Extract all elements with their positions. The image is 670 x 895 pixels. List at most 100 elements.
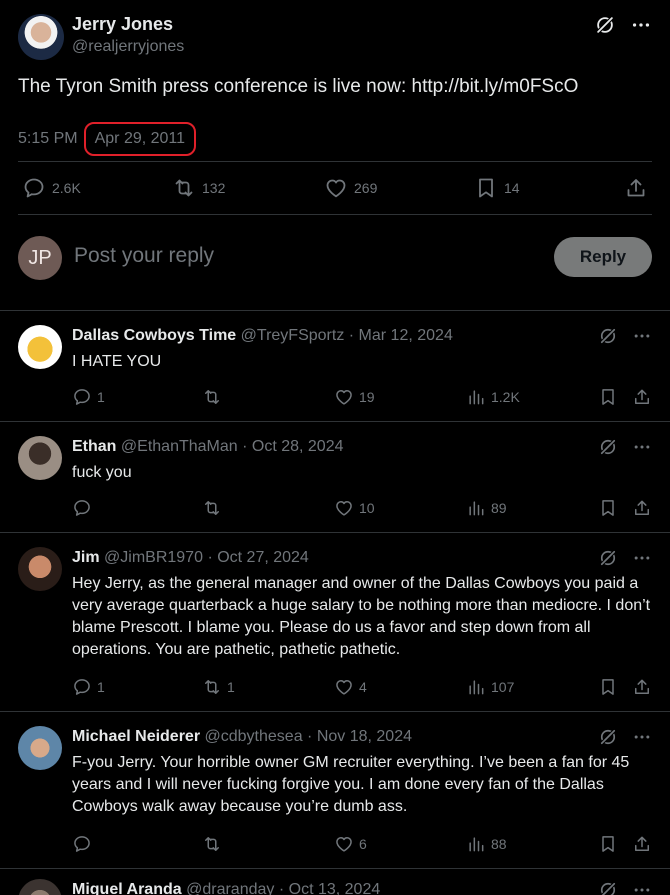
reply-author-handle[interactable]: @JimBR1970 (104, 549, 203, 566)
view-count: 88 (491, 836, 507, 852)
retweet-count: 1 (227, 679, 235, 695)
reply-tweet[interactable]: Ethan @EthanThaMan · Oct 28, 2024 fuck y… (0, 421, 670, 532)
views-icon (466, 387, 486, 407)
retweet-icon (172, 176, 196, 200)
bookmark-count: 14 (504, 180, 520, 196)
more-options-icon[interactable] (630, 14, 652, 36)
retweet-count: 132 (202, 180, 226, 196)
retweet-action[interactable] (202, 387, 227, 407)
bookmark-action[interactable] (598, 498, 618, 518)
grok-icon[interactable] (598, 548, 618, 568)
grok-icon[interactable] (598, 880, 618, 895)
author-handle[interactable]: @realjerryjones (72, 38, 184, 56)
reply-author-name[interactable]: Michael Neiderer (72, 728, 200, 745)
reply-author-name[interactable]: Ethan (72, 438, 116, 455)
share-icon (624, 176, 648, 200)
like-action[interactable]: 269 (324, 176, 377, 200)
views-icon (466, 834, 486, 854)
more-options-icon[interactable] (632, 326, 652, 346)
share-action[interactable] (632, 677, 652, 697)
views-icon (466, 498, 486, 518)
avatar[interactable] (18, 436, 62, 480)
reply-count: 1 (97, 679, 105, 695)
like-action[interactable]: 6 (334, 834, 367, 854)
reply-tweet[interactable]: Dallas Cowboys Time @TreyFSportz · Mar 1… (0, 310, 670, 421)
bookmark-action[interactable] (598, 834, 618, 854)
reply-text: F-you Jerry. Your horrible owner GM recr… (72, 754, 630, 815)
reply-date: · Nov 18, 2024 (307, 728, 412, 745)
grok-icon[interactable] (598, 437, 618, 457)
more-options-icon[interactable] (632, 727, 652, 747)
grok-icon[interactable] (598, 727, 618, 747)
share-action[interactable] (632, 498, 652, 518)
share-action[interactable] (632, 387, 652, 407)
reply-tweet[interactable]: Miguel Aranda @draranday · Oct 13, 2024 (0, 868, 670, 895)
reply-composer: JP Post your reply Reply (18, 236, 652, 280)
like-count: 4 (359, 679, 367, 695)
view-count: 89 (491, 500, 507, 516)
like-icon (334, 677, 354, 697)
grok-icon[interactable] (598, 326, 618, 346)
like-action[interactable]: 4 (334, 677, 367, 697)
reply-action[interactable]: 1 (72, 677, 105, 697)
view-count: 1.2K (491, 389, 520, 405)
share-action[interactable] (624, 176, 648, 200)
grok-icon[interactable] (594, 14, 616, 36)
reply-author-handle[interactable]: @TreyFSportz (241, 327, 345, 344)
views-action[interactable]: 89 (466, 498, 507, 518)
bookmark-icon (598, 677, 618, 697)
reply-icon (22, 176, 46, 200)
author-name[interactable]: Jerry Jones (72, 14, 173, 35)
reply-action[interactable] (72, 834, 97, 854)
bookmark-action[interactable]: 14 (474, 176, 520, 200)
reply-date: · Oct 13, 2024 (278, 881, 381, 895)
retweet-action[interactable]: 1 (202, 677, 235, 697)
more-options-icon[interactable] (632, 880, 652, 895)
avatar[interactable] (18, 879, 62, 895)
reply-author-name[interactable]: Miguel Aranda (72, 881, 182, 895)
retweet-action[interactable] (202, 834, 227, 854)
reply-tweet[interactable]: Jim @JimBR1970 · Oct 27, 2024 Hey Jerry,… (0, 532, 670, 711)
tweet-date-highlight[interactable]: Apr 29, 2011 (83, 122, 197, 156)
reply-author-handle[interactable]: @draranday (186, 881, 274, 895)
like-icon (334, 498, 354, 518)
bookmark-icon (474, 176, 498, 200)
views-action[interactable]: 1.2K (466, 387, 520, 407)
reply-text: fuck you (72, 464, 132, 481)
retweet-action[interactable] (202, 498, 227, 518)
more-options-icon[interactable] (632, 548, 652, 568)
retweet-action[interactable]: 132 (172, 176, 225, 200)
like-action[interactable]: 19 (334, 387, 375, 407)
bookmark-icon (598, 498, 618, 518)
reply-author-handle[interactable]: @cdbythesea (205, 728, 303, 745)
reply-button[interactable]: Reply (554, 237, 652, 277)
reply-tweet[interactable]: Michael Neiderer @cdbythesea · Nov 18, 2… (0, 711, 670, 868)
reply-author-handle[interactable]: @EthanThaMan (121, 438, 238, 455)
retweet-icon (202, 498, 222, 518)
views-action[interactable]: 107 (466, 677, 514, 697)
reply-author-name[interactable]: Dallas Cowboys Time (72, 327, 236, 344)
like-count: 6 (359, 836, 367, 852)
author-avatar[interactable] (18, 14, 64, 60)
reply-author-name[interactable]: Jim (72, 549, 100, 566)
reply-date: · Oct 27, 2024 (207, 549, 309, 566)
share-action[interactable] (632, 834, 652, 854)
tweet-text: The Tyron Smith press conference is live… (18, 76, 579, 97)
reply-action[interactable]: 1 (72, 387, 105, 407)
reply-action[interactable]: 2.6K (22, 176, 81, 200)
avatar[interactable] (18, 547, 62, 591)
reply-icon (72, 387, 92, 407)
like-action[interactable]: 10 (334, 498, 375, 518)
bookmark-action[interactable] (598, 677, 618, 697)
bookmark-icon (598, 387, 618, 407)
avatar[interactable] (18, 726, 62, 770)
reply-input[interactable]: Post your reply (74, 244, 214, 268)
reply-action[interactable] (72, 498, 97, 518)
tweet-date: Apr 29, 2011 (94, 130, 186, 147)
bookmark-action[interactable] (598, 387, 618, 407)
more-options-icon[interactable] (632, 437, 652, 457)
avatar[interactable] (18, 325, 62, 369)
divider (18, 214, 652, 215)
views-action[interactable]: 88 (466, 834, 507, 854)
reply-date: · Oct 28, 2024 (242, 438, 344, 455)
